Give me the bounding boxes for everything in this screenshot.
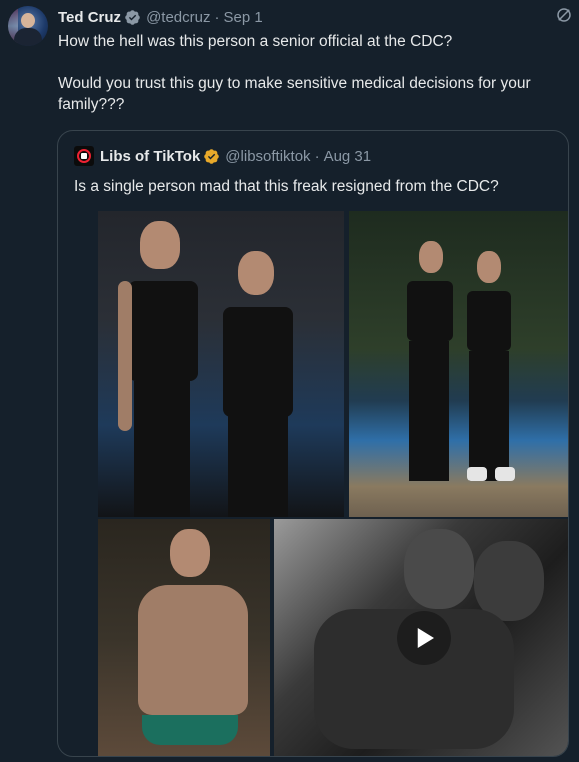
quoted-author-avatar[interactable]	[74, 146, 94, 166]
play-icon	[417, 627, 434, 648]
author-name[interactable]: Ted Cruz	[58, 9, 121, 26]
media-video[interactable]	[274, 519, 568, 756]
media-photo-3[interactable]	[98, 519, 270, 756]
media-grid	[98, 211, 568, 756]
tweet-text-line: How the hell was this person a senior of…	[58, 33, 453, 50]
verified-badge-icon	[204, 148, 220, 164]
tweet-text-line: Would you trust this guy to make sensiti…	[58, 75, 531, 113]
separator-dot: ·	[214, 8, 220, 26]
tweet-date[interactable]: Sep 1	[223, 9, 262, 26]
author-avatar[interactable]	[8, 6, 48, 46]
quoted-tweet-header: Libs of TikTok @libsoftiktok · Aug 31	[74, 146, 371, 166]
grok-icon[interactable]	[555, 6, 573, 24]
tweet-text: How the hell was this person a senior of…	[58, 31, 570, 115]
play-button[interactable]	[397, 610, 451, 665]
tweet-header: Ted Cruz @tedcruz · Sep 1	[58, 7, 263, 27]
media-photo-1[interactable]	[98, 211, 344, 517]
media-photo-2[interactable]	[349, 211, 568, 517]
quoted-tweet[interactable]: Libs of TikTok @libsoftiktok · Aug 31 Is…	[57, 130, 569, 757]
quoted-tweet-text: Is a single person mad that this freak r…	[74, 178, 499, 195]
author-handle[interactable]: @tedcruz	[146, 9, 210, 26]
quoted-author-handle[interactable]: @libsoftiktok	[225, 148, 310, 165]
separator-dot: ·	[314, 147, 320, 165]
quoted-tweet-date[interactable]: Aug 31	[324, 148, 372, 165]
verified-badge-icon	[125, 9, 140, 25]
quoted-author-name[interactable]: Libs of TikTok	[100, 148, 200, 165]
